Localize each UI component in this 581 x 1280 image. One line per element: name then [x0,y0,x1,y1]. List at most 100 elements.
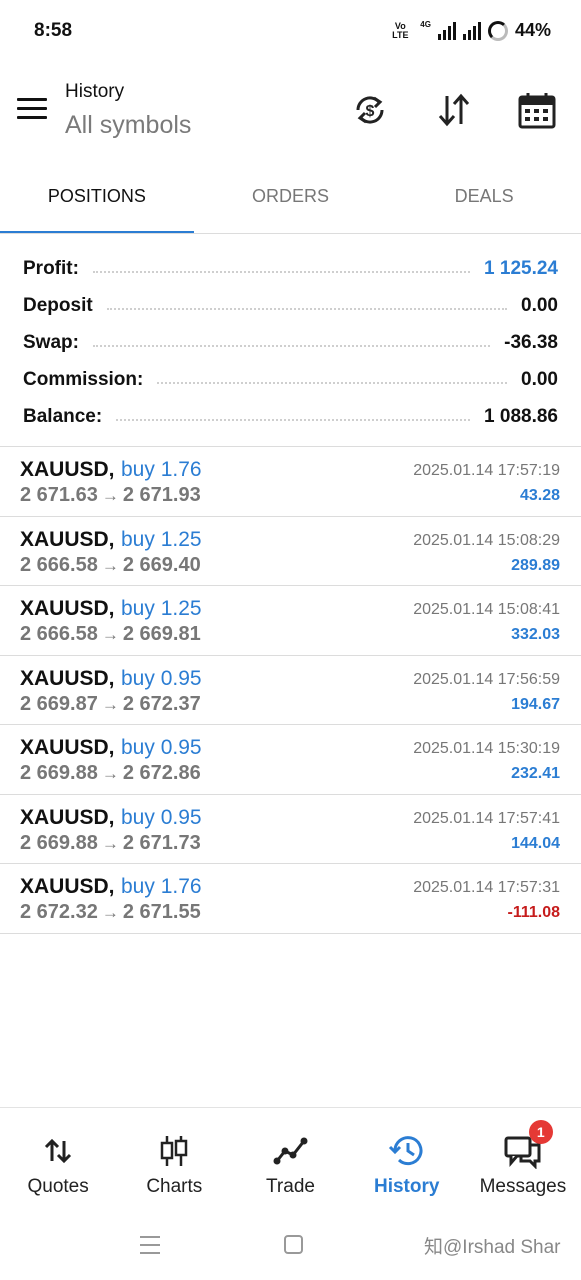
summary-value: -36.38 [504,331,558,353]
arrow-right-icon: → [101,486,119,505]
trade-row[interactable]: XAUUSD, buy 0.95 2 669.88 → 2 671.73 2025.… [0,795,581,864]
tabs-divider [0,233,581,234]
arrow-right-icon: → [101,903,119,922]
trade-row[interactable]: XAUUSD, buy 1.25 2 666.58 → 2 669.40 2025.… [0,517,581,586]
trade-row[interactable]: XAUUSD, buy 1.25 2 666.58 → 2 669.81 2025.… [0,586,581,656]
trade-side: buy 0.95 [121,736,202,759]
summary-label: Swap: [23,331,79,353]
signal-icon-2 [462,21,481,40]
network-type: 4G [420,20,431,29]
arrow-right-icon: → [101,764,119,783]
trade-side: buy 0.95 [121,805,202,829]
status-icons: Vo LTE 4G 44% [387,20,551,41]
dot-leader [92,270,471,273]
nav-label: Trade [266,1176,315,1197]
arrow-right-icon: → [101,555,119,575]
nav-messages[interactable]: 1 Messages [465,1108,581,1207]
nav-label: Charts [146,1176,203,1197]
currency-sync-icon[interactable]: $ [350,90,390,130]
calendar-icon[interactable] [517,90,557,130]
trade-profit: 232.41 [511,765,560,782]
dot-leader [116,418,471,421]
symbol-filter[interactable]: All symbols [65,111,191,140]
close-price: 2 671.93 [122,484,201,506]
trade-symbol: XAUUSD, [20,666,115,690]
trade-side: buy 1.25 [121,527,202,551]
trade-symbol: XAUUSD, [20,805,115,829]
open-price: 2 666.58 [20,553,98,576]
trade-profit: 43.28 [519,487,560,504]
open-price: 2 666.58 [20,623,98,645]
summary-label: Profit: [23,257,79,279]
recent-apps-icon[interactable] [140,1236,160,1254]
trade-row[interactable]: XAUUSD, buy 0.95 2 669.88 → 2 672.86 2025.… [0,725,581,795]
watermark: 知@Irshad Shar [424,1237,561,1258]
nav-charts[interactable]: Charts [116,1108,232,1207]
tab-orders[interactable]: ORDERS [194,168,388,234]
positions-list: XAUUSD, buy 1.76 2 671.63 → 2 671.93 2025.… [0,447,581,934]
trade-side: buy 0.95 [121,666,202,690]
trade-prices: 2 666.58 → 2 669.40 [20,554,201,577]
trade-prices: 2 672.32 → 2 671.55 [20,901,201,924]
battery-percent: 44% [514,20,551,40]
trade-side: buy 1.25 [121,597,202,620]
arrow-right-icon: → [101,625,119,644]
trade-row[interactable]: XAUUSD, buy 0.95 2 669.87 → 2 672.37 2025.… [0,656,581,725]
close-price: 2 672.86 [122,762,201,784]
unread-badge: 1 [528,1120,553,1144]
trade-line-icon [273,1137,307,1165]
signal-icon [437,21,456,40]
summary-value: 1 125.24 [484,257,558,279]
page-title: History [65,81,125,102]
open-price: 2 671.63 [20,484,98,506]
summary-row-balance: Balance: 1 088.86 [0,398,581,435]
trade-time: 2025.01.14 15:30:19 [413,740,560,757]
trade-symbol: XAUUSD, [20,527,115,551]
nav-quotes[interactable]: Quotes [0,1108,116,1207]
home-icon[interactable] [284,1235,303,1254]
trade-profit: 332.03 [511,626,560,643]
tab-deals[interactable]: DEALS [387,168,581,234]
nav-label: Messages [479,1176,567,1197]
trade-time: 2025.01.14 17:57:31 [413,879,560,896]
summary-label: Commission: [23,368,144,390]
nav-label: Quotes [27,1176,89,1197]
trade-prices: 2 669.87 → 2 672.37 [20,693,201,716]
open-price: 2 669.88 [20,831,98,854]
arrow-right-icon: → [101,833,119,853]
nav-history[interactable]: History [349,1108,465,1207]
open-price: 2 672.32 [20,901,98,923]
hamburger-menu-icon[interactable] [17,98,47,122]
trade-profit: -111.08 [507,904,561,921]
summary-value: 0.00 [521,368,558,390]
trade-symbol: XAUUSD, [20,736,115,759]
nav-trade[interactable]: Trade [232,1108,348,1207]
arrow-right-icon: → [101,694,119,714]
sort-icon[interactable] [434,90,474,130]
summary-row-swap: Swap: -36.38 [0,324,581,361]
volte-icon: Vo LTE [392,20,409,40]
summary-label: Deposit [23,294,93,316]
trade-side: buy 1.76 [121,458,202,481]
trade-time: 2025.01.14 17:57:41 [413,809,560,827]
trade-prices: 2 666.58 → 2 669.81 [20,623,201,646]
dot-leader [92,344,491,347]
trade-row[interactable]: XAUUSD, buy 1.76 2 672.32 → 2 671.55 2025.… [0,864,581,934]
history-tabs: POSITIONS ORDERS DEALS [0,168,581,234]
trade-row[interactable]: XAUUSD, buy 1.76 2 671.63 → 2 671.93 2025.… [0,447,581,517]
close-price: 2 669.40 [122,553,201,576]
summary-row-profit: Profit: 1 125.24 [0,250,581,287]
trade-prices: 2 671.63 → 2 671.93 [20,484,201,507]
tab-positions[interactable]: POSITIONS [0,168,194,234]
summary-row-deposit: Deposit 0.00 [0,287,581,324]
open-price: 2 669.88 [20,762,98,784]
status-time: 8:58 [34,20,73,41]
system-navigation-bar: 知@Irshad Shar [0,1210,581,1280]
trade-side: buy 1.76 [121,875,202,898]
history-clock-icon [388,1136,423,1166]
close-price: 2 671.55 [122,901,201,923]
close-price: 2 672.37 [122,692,201,715]
trade-profit: 144.04 [511,834,560,852]
trade-symbol: XAUUSD, [20,458,115,481]
quotes-arrows-icon [45,1138,72,1164]
